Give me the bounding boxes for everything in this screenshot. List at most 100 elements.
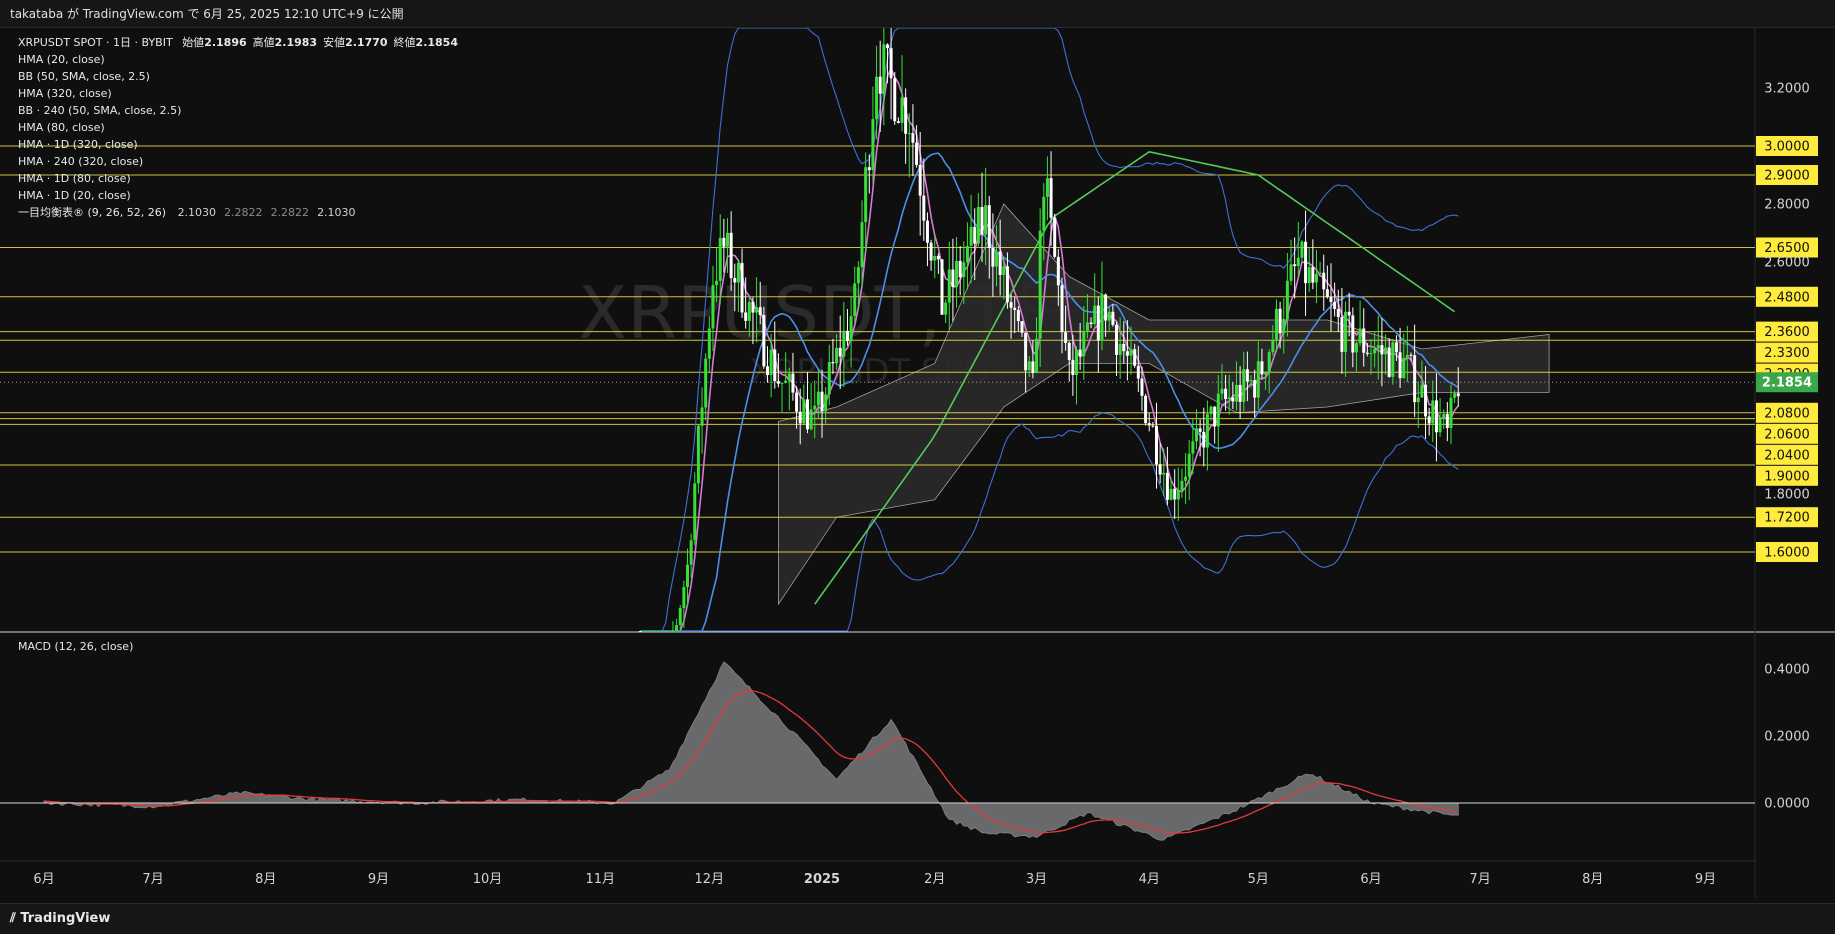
candle-body <box>1038 230 1042 339</box>
indicator-label[interactable]: HMA (80, close) <box>18 119 458 136</box>
candle-body <box>1282 319 1286 334</box>
candle-body <box>1307 267 1311 284</box>
candle-body <box>987 205 991 248</box>
level-label-text: 2.0400 <box>1764 448 1810 463</box>
candle-body <box>1111 311 1115 325</box>
candle-body <box>835 347 839 364</box>
candle-body <box>878 76 882 94</box>
candle-body <box>1293 264 1297 267</box>
candle-body <box>965 245 969 263</box>
macd-legend[interactable]: MACD (12, 26, close) <box>18 640 133 653</box>
candle-body <box>1187 453 1191 477</box>
candle-body <box>1184 476 1188 481</box>
candle-body <box>1354 343 1358 353</box>
candle <box>1053 214 1057 259</box>
candle-body <box>1067 342 1071 360</box>
candle-body <box>1304 241 1308 284</box>
candle-body <box>984 205 988 235</box>
candle-body <box>1118 343 1122 355</box>
tv-logo-icon: ⫽ <box>10 911 21 926</box>
indicator-label[interactable]: HMA (320, close) <box>18 85 458 102</box>
candle-body <box>1085 322 1089 332</box>
indicator-label[interactable]: HMA (20, close) <box>18 51 458 68</box>
symbol-row: XRPUSDT SPOT · 1日 · BYBIT 始値2.1896 高値2.19… <box>18 34 458 51</box>
level-price-label: 2.3600 <box>1756 321 1818 342</box>
candle-body <box>1296 257 1300 267</box>
candle-body <box>809 409 813 430</box>
indicator-label[interactable]: HMA · 1D (20, close) <box>18 187 458 204</box>
candle-body <box>1078 349 1082 357</box>
candle-body <box>860 222 864 268</box>
candle-body <box>675 625 679 631</box>
candle-body <box>1300 241 1304 258</box>
candle-body <box>656 631 660 632</box>
level-price-label: 2.3300 <box>1756 342 1818 363</box>
candle-body <box>929 242 933 261</box>
candle-body <box>1394 342 1398 353</box>
indicator-label[interactable]: HMA · 1D (80, close) <box>18 170 458 187</box>
level-price-label: 2.6500 <box>1756 237 1818 258</box>
candle-body <box>1220 388 1224 394</box>
x-tick-label: 8月 <box>255 872 276 887</box>
candle-body <box>711 285 715 329</box>
candle-body <box>1205 414 1209 448</box>
candle-body <box>845 330 849 342</box>
candle-body <box>733 277 737 283</box>
candle-body <box>1384 347 1388 355</box>
candle-body <box>1216 393 1220 427</box>
x-tick-label: 7月 <box>142 872 163 887</box>
candle-body <box>1122 343 1126 352</box>
candle <box>642 631 646 632</box>
candle <box>638 631 642 632</box>
candle-body <box>784 380 788 383</box>
x-tick-label: 12月 <box>695 872 725 887</box>
candle <box>649 631 653 632</box>
candle-body <box>1391 342 1395 377</box>
level-price-label: 2.0400 <box>1756 444 1818 465</box>
candle-body <box>1289 264 1293 281</box>
symbol-text[interactable]: XRPUSDT SPOT · 1日 · BYBIT <box>18 36 173 49</box>
candle-body <box>955 260 959 287</box>
candle-body <box>1387 347 1391 377</box>
candle-body <box>1024 332 1028 371</box>
ichimoku-label: 一目均衡表® (9, 26, 52, 26) <box>18 206 167 219</box>
indicator-label[interactable]: HMA · 1D (320, close) <box>18 136 458 153</box>
candle-body <box>893 78 897 122</box>
candle-body <box>1180 480 1184 491</box>
ohlc-label: 安値 <box>323 36 346 49</box>
candle-body <box>1129 349 1133 356</box>
ohlc-value: 2.1983 <box>274 36 318 49</box>
level-price-label: 2.4800 <box>1756 286 1818 307</box>
candle-body <box>791 373 795 393</box>
candle-body <box>1173 488 1177 500</box>
indicator-label[interactable]: BB (50, SMA, close, 2.5) <box>18 68 458 85</box>
tradingview-logo[interactable]: ⫽ TradingView <box>10 911 110 926</box>
candle-body <box>1238 384 1242 402</box>
candle-body <box>718 237 722 281</box>
candle-body <box>1031 361 1035 373</box>
candle-body <box>1005 266 1009 303</box>
candle-body <box>773 349 777 382</box>
candle-body <box>1089 322 1093 325</box>
candle-body <box>1002 266 1006 276</box>
candle-body <box>744 312 748 321</box>
candle-body <box>944 302 948 315</box>
candle-body <box>1271 340 1275 353</box>
indicator-label[interactable]: BB · 240 (50, SMA, close, 2.5) <box>18 102 458 119</box>
x-tick-label: 3月 <box>1026 872 1047 887</box>
candle <box>893 72 897 125</box>
indicator-label[interactable]: HMA · 240 (320, close) <box>18 153 458 170</box>
candle-body <box>831 362 835 364</box>
candle-body <box>1027 361 1031 371</box>
candle-body <box>1049 178 1053 218</box>
ichimoku-row[interactable]: 一目均衡表® (9, 26, 52, 26) 2.1030 2.2822 2.282… <box>18 204 458 221</box>
candle-body <box>925 220 929 243</box>
candle-body <box>849 316 853 342</box>
candle-body <box>1449 397 1453 429</box>
candle-body <box>885 44 889 49</box>
candle-body <box>762 315 766 367</box>
candle-body <box>780 382 784 384</box>
level-price-label: 2.0800 <box>1756 402 1818 423</box>
candle-body <box>667 631 671 632</box>
level-price-label: 2.0600 <box>1756 423 1818 444</box>
